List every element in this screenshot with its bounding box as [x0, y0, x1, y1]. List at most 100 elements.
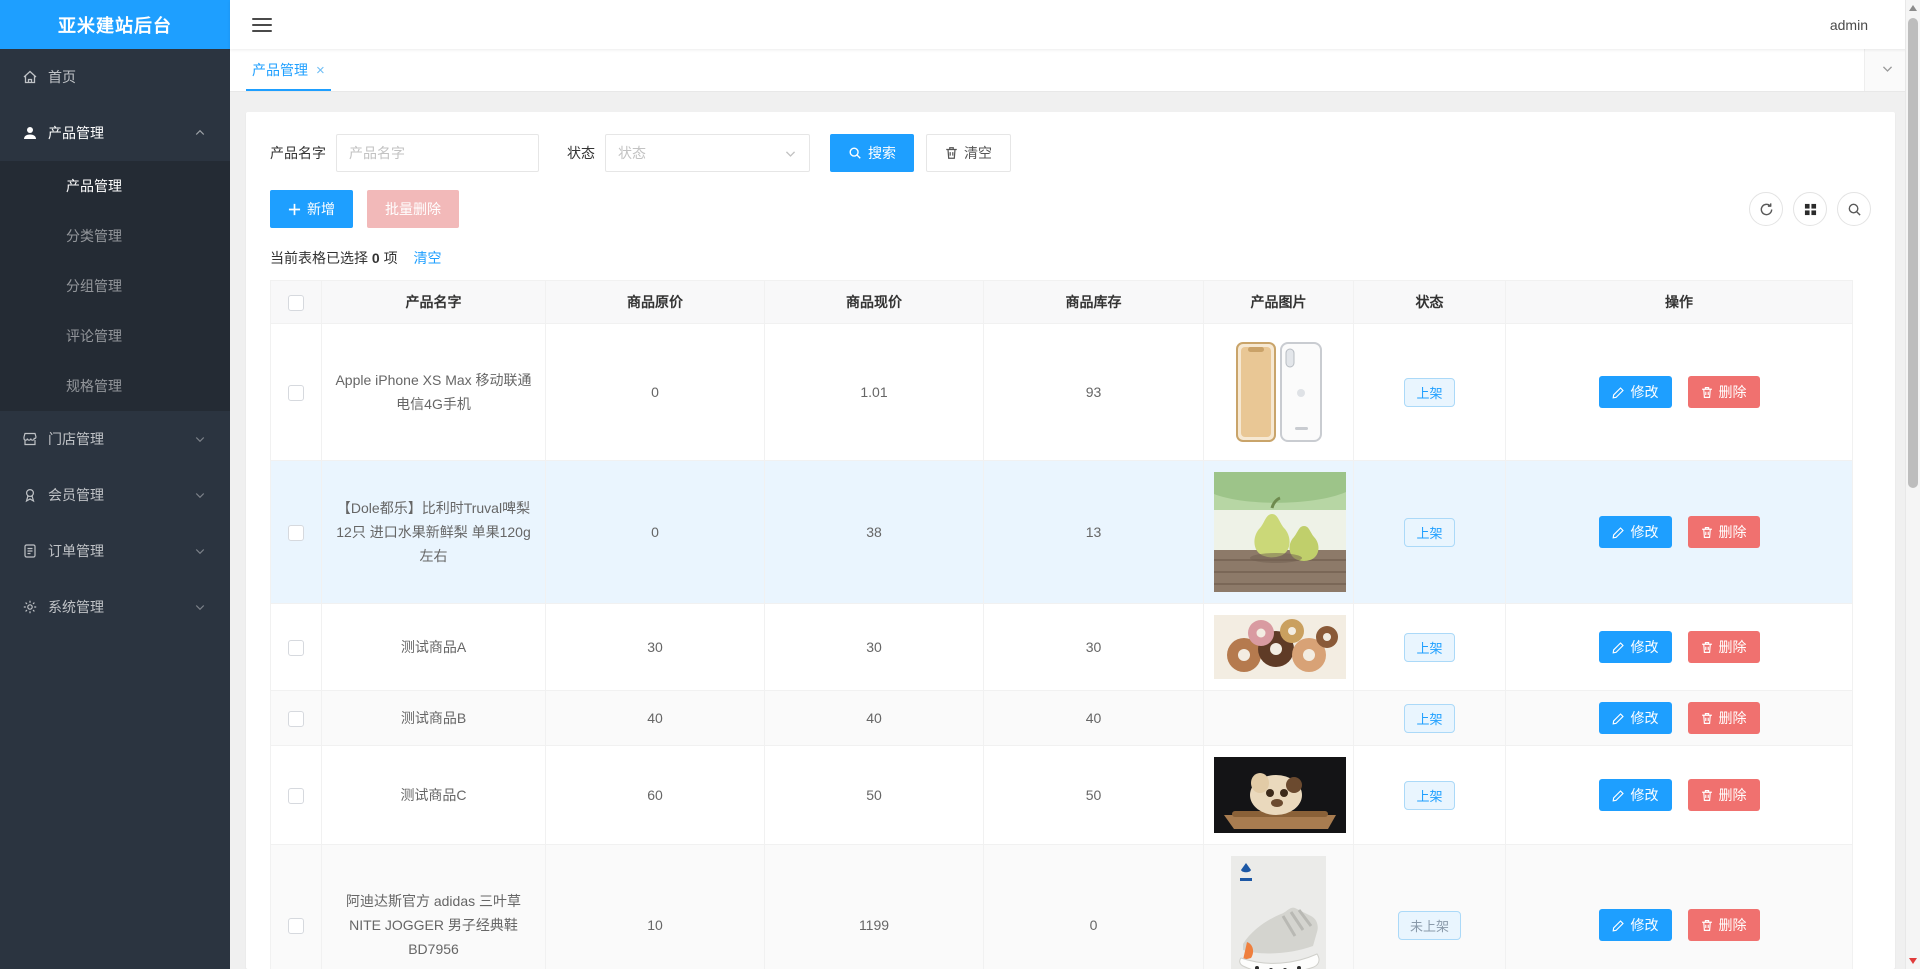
product-image-cell [1203, 844, 1354, 969]
status-cell: 上架 [1353, 603, 1506, 691]
selection-info: 当前表格已选择 0 项 清空 [270, 250, 442, 266]
sidebar-item-label: 会员管理 [48, 487, 104, 503]
edit-button[interactable]: 修改 [1598, 376, 1672, 408]
status-select-placeholder: 状态 [618, 145, 646, 161]
product-image-cell [1203, 323, 1354, 461]
row-checkbox[interactable] [288, 524, 304, 541]
sidebar-item-product[interactable]: 产品管理 [0, 105, 230, 161]
search-button[interactable]: 搜索 [830, 134, 914, 172]
trash-icon [1701, 526, 1713, 539]
row-checkbox[interactable] [288, 384, 304, 401]
row-checkbox[interactable] [288, 639, 304, 656]
column-header-status: 状态 [1353, 280, 1506, 324]
stock-cell: 13 [983, 460, 1204, 604]
status-select[interactable]: 状态 [605, 134, 810, 172]
delete-button[interactable]: 删除 [1687, 516, 1760, 548]
user-menu[interactable]: admin [1830, 17, 1868, 33]
sidebar-subitem-product-2[interactable]: 分组管理 [0, 261, 230, 311]
status-badge: 上架 [1404, 780, 1455, 810]
sidebar-submenu-product: 产品管理 分类管理 分组管理 评论管理 规格管理 [0, 161, 230, 411]
pencil-icon [1612, 712, 1625, 725]
table-header-row: 产品名字 商品原价 商品现价 商品库存 产品图片 状态 操作 [270, 280, 1853, 324]
chevron-down-icon [194, 489, 206, 501]
product-name-cell: 测试商品C [321, 745, 546, 845]
row-checkbox[interactable] [288, 710, 304, 727]
edit-button[interactable]: 修改 [1598, 909, 1672, 941]
column-header-actions: 操作 [1505, 280, 1853, 324]
original-price-cell: 60 [545, 745, 765, 845]
status-cell: 上架 [1353, 690, 1506, 746]
chevron-up-icon [194, 127, 206, 139]
column-layout-button[interactable] [1793, 192, 1827, 226]
product-name-cell: 阿迪达斯官方 adidas 三叶草 NITE JOGGER 男子经典鞋BD795… [321, 844, 546, 969]
sidebar-subitem-product-1[interactable]: 分类管理 [0, 211, 230, 261]
edit-button[interactable]: 修改 [1598, 631, 1672, 663]
table-search-button[interactable] [1837, 192, 1871, 226]
product-name-cell: Apple iPhone XS Max 移动联通电信4G手机 [321, 323, 546, 461]
sidebar-item-label: 门店管理 [48, 431, 104, 447]
original-price-cell: 0 [545, 460, 765, 604]
product-name-cell: 测试商品B [321, 690, 546, 746]
actions-cell: 修改 删除 [1505, 323, 1853, 461]
table-row: 测试商品B 40 40 40 上架 修改 删除 [270, 690, 1853, 746]
chevron-down-icon [194, 545, 206, 557]
tab-list-dropdown[interactable] [1864, 49, 1909, 91]
filter-row: 产品名字 状态 状态 搜索 [270, 134, 1871, 172]
product-image-cell [1203, 690, 1354, 746]
edit-button[interactable]: 修改 [1598, 779, 1672, 811]
trash-icon [1701, 919, 1713, 932]
hamburger-menu-icon[interactable] [252, 17, 272, 32]
sidebar-nav: 首页 产品管理 产品管理 分类管理 分组管理 评论管理 规格管理 门店管理 会员管理 订单管理 系统… [0, 49, 230, 635]
status-cell: 未上架 [1353, 844, 1506, 969]
search-icon [848, 146, 862, 160]
current-price-cell: 38 [764, 460, 984, 604]
column-header-image: 产品图片 [1203, 280, 1354, 324]
product-image [1214, 615, 1346, 679]
add-button[interactable]: 新增 [270, 190, 353, 228]
product-image-cell [1203, 603, 1354, 691]
actions-cell: 修改 删除 [1505, 690, 1853, 746]
refresh-button[interactable] [1749, 192, 1783, 226]
select-all-checkbox[interactable] [288, 294, 304, 311]
sidebar-item-member[interactable]: 会员管理 [0, 467, 230, 523]
scrollbar-down-arrow-icon[interactable] [1909, 958, 1917, 964]
product-image [1214, 472, 1346, 592]
delete-button[interactable]: 删除 [1687, 779, 1760, 811]
sidebar-item-home[interactable]: 首页 [0, 49, 230, 105]
scrollbar-thumb[interactable] [1908, 18, 1918, 488]
row-checkbox[interactable] [288, 917, 304, 934]
status-badge: 上架 [1404, 377, 1455, 407]
sidebar-item-store[interactable]: 门店管理 [0, 411, 230, 467]
edit-button[interactable]: 修改 [1598, 516, 1672, 548]
trash-icon [1701, 386, 1713, 399]
delete-button[interactable]: 删除 [1687, 702, 1760, 734]
clear-selection-link[interactable]: 清空 [413, 250, 441, 266]
current-price-cell: 40 [764, 690, 984, 746]
clear-button[interactable]: 清空 [926, 134, 1011, 172]
delete-button[interactable]: 删除 [1687, 376, 1760, 408]
plus-icon [288, 203, 301, 216]
batch-delete-button[interactable]: 批量删除 [367, 190, 459, 228]
tab-close-icon[interactable]: × [316, 63, 325, 78]
scrollbar-up-arrow-icon[interactable] [1909, 5, 1917, 11]
actions-cell: 修改 删除 [1505, 745, 1853, 845]
row-checkbox[interactable] [288, 787, 304, 804]
product-name-input[interactable] [336, 134, 539, 172]
sidebar-subitem-product-4[interactable]: 规格管理 [0, 361, 230, 411]
delete-button[interactable]: 删除 [1687, 631, 1760, 663]
edit-button[interactable]: 修改 [1598, 702, 1672, 734]
pencil-icon [1612, 526, 1625, 539]
delete-button[interactable]: 删除 [1687, 909, 1760, 941]
sidebar-item-order[interactable]: 订单管理 [0, 523, 230, 579]
product-image-cell [1203, 745, 1354, 845]
tab-product-management[interactable]: 产品管理 × [246, 49, 331, 91]
current-price-cell: 1199 [764, 844, 984, 969]
stock-cell: 40 [983, 690, 1204, 746]
sidebar-subitem-product-3[interactable]: 评论管理 [0, 311, 230, 361]
sidebar-item-system[interactable]: 系统管理 [0, 579, 230, 635]
sidebar-subitem-product-0[interactable]: 产品管理 [0, 161, 230, 211]
original-price-cell: 0 [545, 323, 765, 461]
window-scrollbar[interactable] [1905, 0, 1920, 969]
toolbar-row: 新增 批量删除 [270, 190, 1871, 228]
sidebar-item-label: 订单管理 [48, 543, 104, 559]
